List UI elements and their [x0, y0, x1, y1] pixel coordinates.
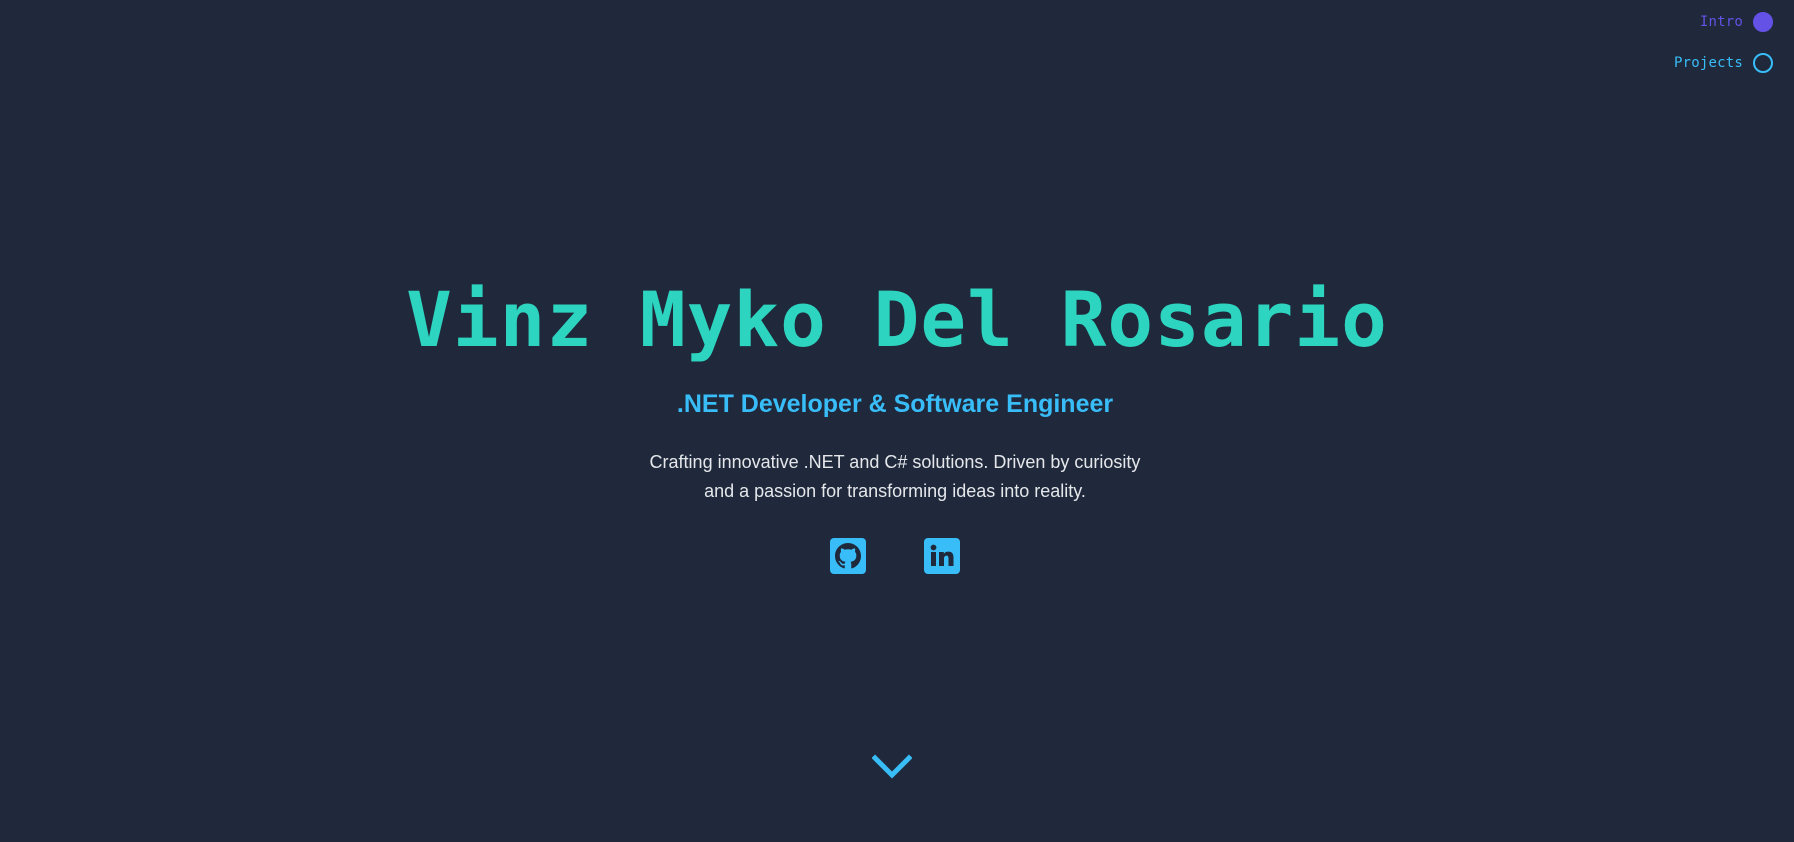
linkedin-icon [930, 544, 954, 566]
section-nav: Intro Projects [1674, 12, 1773, 73]
hero-subtitle: .NET Developer & Software Engineer [676, 390, 1114, 418]
hero-description-line: and a passion for transforming ideas int… [704, 481, 1086, 501]
hero-description-line: Crafting innovative .NET and C# solution… [649, 452, 1141, 472]
github-icon [835, 543, 861, 569]
nav-dot-icon [1753, 12, 1773, 32]
chevron-down-icon [871, 754, 913, 779]
nav-item-label: Projects [1673, 55, 1743, 71]
nav-dot-icon [1753, 53, 1773, 73]
social-links [0, 538, 1790, 574]
nav-item-projects[interactable]: Projects [1674, 53, 1773, 73]
page: Intro Projects Vinz Myko Del Rosario .NE… [0, 0, 1794, 842]
github-link[interactable] [830, 538, 866, 574]
hero-description: Crafting innovative .NET and C# solution… [597, 448, 1193, 506]
linkedin-link[interactable] [924, 538, 960, 574]
nav-item-intro[interactable]: Intro [1700, 12, 1773, 32]
page-title: Vinz Myko Del Rosario [406, 275, 1388, 364]
scroll-down-button[interactable] [871, 754, 913, 780]
nav-item-label: Intro [1699, 14, 1743, 30]
